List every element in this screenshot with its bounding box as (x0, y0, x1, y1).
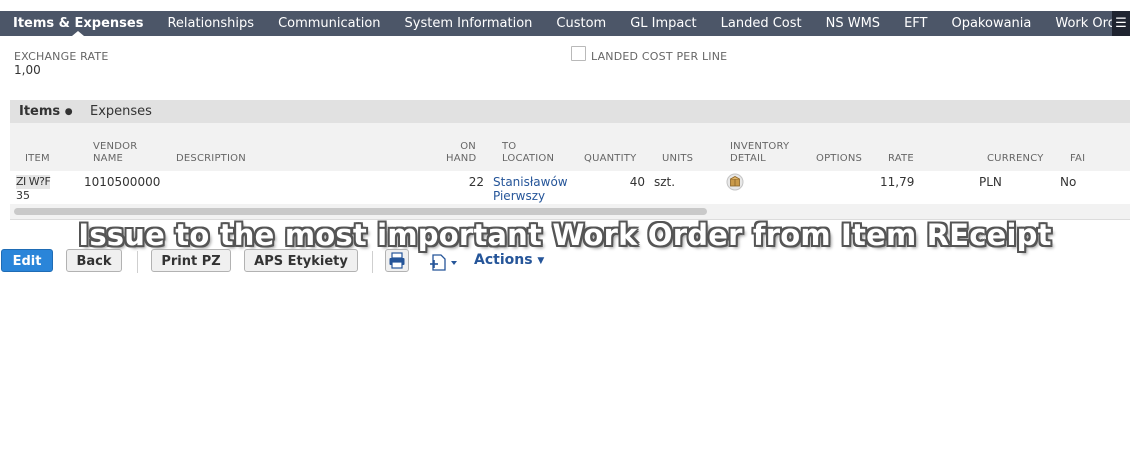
new-document-menu[interactable] (429, 252, 463, 272)
col-header-fai: FAI (1070, 153, 1086, 164)
video-caption: Issue to the most important Work Order f… (78, 218, 1052, 252)
col-header-vendor-name-line2: NAME (93, 153, 124, 164)
inventory-detail-icon[interactable] (726, 173, 744, 194)
cell-to-location-line1: Stanisławów (493, 175, 568, 189)
cell-fai: No (1060, 175, 1077, 189)
col-header-units: UNITS (662, 153, 694, 164)
more-tabs-icon[interactable]: ☰ (1112, 11, 1130, 36)
col-header-to-location: TO LOCATION (502, 141, 554, 165)
cell-to-location[interactable]: Stanisławów Pierwszy (493, 175, 568, 203)
cell-vendor-name: 1010500000 (84, 175, 161, 189)
exchange-rate-label: EXCHANGE RATE (14, 50, 109, 63)
cell-rate: 11,79 (880, 175, 915, 189)
tab-items-expenses[interactable]: Items & Expenses (0, 11, 155, 36)
print-pz-button[interactable]: Print PZ (151, 249, 231, 272)
active-dot-icon: ● (64, 107, 73, 117)
col-header-on-hand: ON HAND (446, 141, 476, 165)
cell-on-hand: 22 (468, 175, 484, 189)
tab-opakowania[interactable]: Opakowania (939, 11, 1043, 36)
landed-cost-per-line-checkbox[interactable] (571, 46, 586, 61)
aps-etykiety-button[interactable]: APS Etykiety (244, 249, 358, 272)
actions-label: Actions (474, 252, 533, 268)
col-header-vendor-name-line1: VENDOR (93, 141, 138, 152)
col-header-item: ITEM (25, 153, 50, 164)
items-table: ITEM VENDOR NAME DESCRIPTION ON HAND TO … (10, 123, 1130, 220)
col-header-currency: CURRENCY (987, 153, 1044, 164)
col-header-inventory-detail: INVENTORY DETAIL (730, 141, 789, 165)
back-button[interactable]: Back (66, 249, 122, 272)
tab-ns-wms[interactable]: NS WMS (814, 11, 892, 36)
actions-menu[interactable]: Actions ▼ (474, 252, 544, 268)
button-separator (372, 251, 373, 273)
col-header-to-location-line1: TO (502, 141, 517, 152)
print-icon[interactable] (385, 249, 409, 272)
cell-currency: PLN (979, 175, 1002, 189)
subtab-bar: Items ● Expenses (10, 100, 1130, 123)
col-header-options: OPTIONS (816, 153, 863, 164)
new-document-icon (430, 254, 457, 271)
col-header-inventory-detail-line1: INVENTORY (730, 141, 790, 152)
tab-eft[interactable]: EFT (892, 11, 939, 36)
record-tab-bar: Items & Expenses Relationships Communica… (0, 11, 1130, 36)
landed-cost-per-line-label: LANDED COST PER LINE (591, 50, 728, 63)
subtab-items-label: Items (19, 104, 61, 119)
table-row[interactable]: ZI W?F 35 1010500000 22 Stanisławów Pier… (10, 171, 1130, 204)
col-header-description: DESCRIPTION (176, 153, 246, 164)
col-header-vendor-name: VENDOR NAME (93, 141, 137, 165)
tab-relationships[interactable]: Relationships (155, 11, 266, 36)
tab-system-information[interactable]: System Information (393, 11, 545, 36)
col-header-to-location-line2: LOCATION (502, 153, 555, 164)
cell-to-location-line2: Pierwszy (493, 189, 546, 203)
subtab-expenses[interactable]: Expenses (90, 100, 152, 123)
subtab-items[interactable]: Items ● (19, 100, 73, 123)
tab-communication[interactable]: Communication (266, 11, 392, 36)
chevron-down-icon: ▼ (537, 256, 545, 266)
horizontal-scrollbar[interactable] (14, 208, 707, 215)
tab-landed-cost[interactable]: Landed Cost (709, 11, 814, 36)
tab-custom[interactable]: Custom (544, 11, 618, 36)
cell-item-line2: 35 (16, 189, 30, 202)
edit-button[interactable]: Edit (1, 249, 53, 272)
cell-quantity: 40 (629, 175, 645, 189)
cell-item-line1: ZI W?F (16, 175, 51, 189)
cell-units: szt. (654, 175, 676, 189)
tab-gl-impact[interactable]: GL Impact (618, 11, 708, 36)
cell-item[interactable]: ZI W?F 35 (16, 175, 51, 203)
col-header-on-hand-line1: ON (460, 141, 476, 152)
col-header-inventory-detail-line2: DETAIL (730, 153, 766, 164)
col-header-quantity: QUANTITY (584, 153, 637, 164)
exchange-rate-value: 1,00 (14, 63, 41, 77)
col-header-rate: RATE (888, 153, 914, 164)
button-separator (137, 251, 138, 273)
col-header-on-hand-line2: HAND (446, 153, 477, 164)
